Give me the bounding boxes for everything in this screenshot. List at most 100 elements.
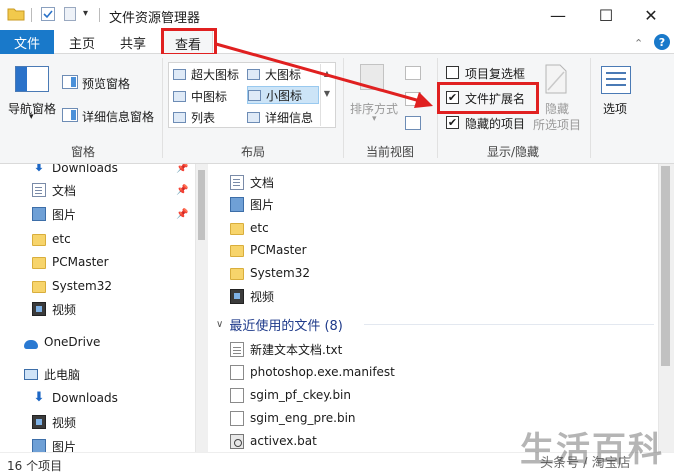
chevron-down-icon[interactable]: ∨ [216, 319, 223, 330]
group-separator [590, 58, 591, 158]
list-icon [173, 111, 186, 123]
navigation-pane-dropdown[interactable]: ▾ [29, 112, 34, 122]
watermark-account: 头条号 / 淘宝店 [540, 456, 631, 471]
list-item[interactable]: PCMaster [230, 239, 307, 261]
options-button[interactable]: 选项 [603, 100, 627, 117]
nav-item-etc[interactable]: etc [32, 228, 207, 250]
size-all-columns-icon[interactable] [405, 116, 421, 130]
tab-share[interactable]: 共享 [110, 30, 156, 54]
quick-access-separator [31, 8, 32, 22]
hide-button[interactable]: 隐藏 [545, 100, 569, 117]
extra-large-icons-icon [173, 68, 186, 80]
medium-icons-icon [173, 90, 186, 102]
list-item[interactable]: 文档 [230, 171, 274, 193]
list-item[interactable]: System32 [230, 262, 310, 284]
help-icon[interactable]: ? [654, 34, 670, 50]
item-checkboxes-label: 项目复选框 [465, 67, 526, 81]
customize-quick-access-dropdown[interactable]: ▾ [83, 8, 88, 19]
layout-list[interactable]: 列表 [173, 108, 215, 126]
annotation-highlight-view-tab [161, 28, 217, 56]
ribbon-view: 导航窗格 ▾ 预览窗格 详细信息窗格 窗格 超大图标 大图标 中图标 小图标 列… [0, 54, 674, 164]
list-item[interactable]: 图片 [230, 193, 274, 215]
group-by-icon[interactable] [405, 66, 421, 80]
download-icon: ⬇ [33, 390, 45, 405]
content-scroll-thumb[interactable] [661, 166, 670, 366]
layout-medium-icons[interactable]: 中图标 [173, 87, 227, 105]
list-item[interactable]: photoshop.exe.manifest [230, 361, 395, 383]
hidden-items-label: 隐藏的项目 [465, 117, 526, 131]
folder-icon [32, 281, 46, 293]
group-label-layout: 布局 [240, 145, 265, 159]
pin-icon: 📌 [176, 208, 189, 220]
chevron-up-icon[interactable]: ▲ [321, 64, 333, 84]
list-item[interactable]: etc [230, 217, 269, 239]
layout-small-icons[interactable]: 小图标 [247, 86, 319, 104]
folder-icon [32, 234, 46, 246]
chevron-down-icon[interactable]: ▼ [321, 84, 333, 104]
layout-large-icons[interactable]: 大图标 [247, 65, 301, 83]
group-separator [343, 58, 344, 158]
details-icon [247, 111, 260, 123]
file-icon [230, 410, 244, 426]
maximize-button[interactable]: ☐ [583, 0, 629, 30]
properties-icon[interactable] [40, 6, 56, 24]
computer-icon [24, 368, 38, 380]
layout-extra-large-icons[interactable]: 超大图标 [173, 65, 239, 83]
nav-item-pc-videos[interactable]: 视频 [32, 411, 207, 433]
quick-access-separator [99, 8, 100, 22]
title-bar: ▾ 文件资源管理器 — ☐ ✕ [0, 0, 674, 30]
list-item[interactable]: sgim_pf_ckey.bin [230, 384, 351, 406]
list-item[interactable]: 新建文本文档.txt [230, 338, 342, 360]
tab-home[interactable]: 主页 [59, 30, 105, 54]
annotation-highlight-file-extensions [437, 82, 539, 114]
group-header-divider [364, 324, 654, 325]
preview-pane-icon [62, 75, 78, 89]
nav-item-pc-pictures[interactable]: 图片 [32, 435, 207, 452]
nav-item-documents[interactable]: 文档 📌 [32, 179, 207, 201]
preview-pane-button[interactable]: 预览窗格 [82, 75, 130, 92]
list-item[interactable]: 视频 [230, 285, 274, 307]
nav-item-videos[interactable]: 视频 [32, 298, 207, 320]
tab-file[interactable]: 文件 [0, 30, 54, 54]
recent-files-header[interactable]: ∨ 最近使用的文件 (8) [216, 314, 343, 334]
picture-icon [32, 207, 46, 221]
video-icon [230, 288, 244, 304]
hide-selected-label: 所选项目 [533, 118, 582, 132]
document-icon [230, 174, 244, 190]
nav-item-pc-downloads[interactable]: ⬇ Downloads [32, 387, 207, 409]
download-icon: ⬇ [33, 164, 45, 175]
nav-item-system32[interactable]: System32 [32, 275, 207, 297]
nav-item-pictures[interactable]: 图片 📌 [32, 203, 207, 225]
add-columns-icon[interactable] [405, 92, 421, 106]
nav-pane-scroll-thumb[interactable] [198, 170, 205, 240]
minimize-button[interactable]: — [535, 0, 581, 30]
picture-icon [32, 439, 46, 452]
list-item[interactable]: activex.bat [230, 430, 317, 452]
item-count: 16 个项目 [7, 459, 63, 473]
folder-icon [230, 245, 244, 257]
close-button[interactable]: ✕ [628, 0, 674, 30]
sort-by-dropdown[interactable]: ▾ [372, 114, 377, 124]
large-icons-icon [247, 68, 260, 80]
details-pane-button[interactable]: 详细信息窗格 [82, 108, 154, 125]
sort-by-icon [360, 64, 384, 90]
group-label-panes: 窗格 [70, 145, 95, 159]
options-icon[interactable] [601, 66, 631, 94]
window-title: 文件资源管理器 [109, 11, 201, 26]
ribbon-tabs: 文件 主页 共享 查看 ⌃ ? [0, 30, 674, 55]
nav-item-this-pc[interactable]: 此电脑 [24, 363, 207, 385]
nav-item-pcmaster[interactable]: PCMaster [32, 251, 207, 273]
nav-item-onedrive[interactable]: OneDrive [24, 331, 207, 353]
collapse-ribbon-icon[interactable]: ⌃ [634, 37, 643, 50]
pin-icon: 📌 [176, 184, 189, 196]
list-item[interactable]: sgim_eng_pre.bin [230, 407, 356, 429]
file-icon [230, 387, 244, 403]
pin-icon: 📌 [176, 164, 189, 174]
layout-gallery-scroll[interactable]: ▲ ▼ [320, 64, 333, 126]
nav-item-downloads[interactable]: ⬇ Downloads 📌 [32, 164, 207, 179]
layout-details[interactable]: 详细信息 [247, 108, 313, 126]
new-folder-icon[interactable] [63, 6, 77, 24]
navigation-pane-icon[interactable] [15, 66, 49, 92]
item-checkboxes-checkbox[interactable] [446, 66, 459, 79]
hidden-items-checkbox[interactable]: ✔ [446, 116, 459, 129]
